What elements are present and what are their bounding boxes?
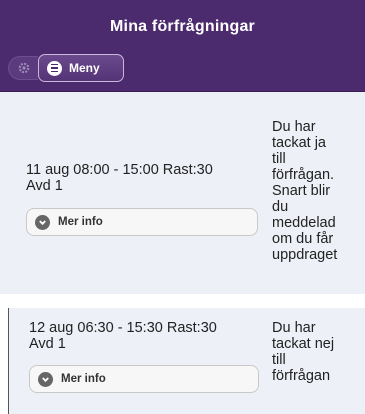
shift-department: Avd 1 xyxy=(26,178,63,194)
settings-button[interactable] xyxy=(8,56,38,80)
request-status: Du har tackat ja till förfrågan. Snart b… xyxy=(272,119,337,263)
shift-details: 11 aug 08:00 - 15:00 Rast:30 Avd 1 xyxy=(26,162,213,194)
app-header: Mina förfrågningar Meny xyxy=(0,0,365,92)
status-line: du xyxy=(272,199,289,215)
card-separator xyxy=(0,294,365,308)
more-info-button[interactable]: Mer info xyxy=(26,208,258,236)
shift-department: Avd 1 xyxy=(29,336,66,352)
status-line: uppdraget xyxy=(272,247,338,263)
request-status: Du har tackat nej till förfrågan xyxy=(272,320,334,384)
chevron-down-icon xyxy=(35,214,50,230)
status-line: till xyxy=(272,151,286,167)
hamburger-icon xyxy=(47,60,62,76)
status-line: Snart blir xyxy=(272,183,331,199)
request-card: 12 aug 06:30 - 15:30 Rast:30 Avd 1 Mer i… xyxy=(8,308,365,414)
shift-time: 11 aug 08:00 - 15:00 Rast:30 xyxy=(26,162,213,178)
request-card: 11 aug 08:00 - 15:00 Rast:30 Avd 1 Mer i… xyxy=(0,92,365,294)
shift-details: 12 aug 06:30 - 15:30 Rast:30 Avd 1 xyxy=(29,320,217,352)
status-line: Du har xyxy=(272,320,316,336)
page-title: Mina förfrågningar xyxy=(110,18,255,35)
status-line: Du har xyxy=(272,119,316,135)
status-line: tackat ja xyxy=(272,135,326,151)
menu-button[interactable]: Meny xyxy=(38,54,124,82)
status-line: tackat nej xyxy=(272,336,335,352)
status-line: förfrågan. xyxy=(272,167,335,183)
gear-icon xyxy=(18,62,29,74)
more-info-label: Mer info xyxy=(58,216,103,228)
status-line: meddelad xyxy=(272,215,336,231)
status-line: förfrågan xyxy=(272,368,331,384)
more-info-label: Mer info xyxy=(61,373,106,385)
shift-time: 12 aug 06:30 - 15:30 Rast:30 xyxy=(29,320,217,336)
status-line: om du får xyxy=(272,231,334,247)
chevron-down-icon xyxy=(38,371,53,387)
more-info-button[interactable]: Mer info xyxy=(29,365,259,393)
menu-button-label: Meny xyxy=(69,61,100,75)
status-line: till xyxy=(272,352,286,368)
